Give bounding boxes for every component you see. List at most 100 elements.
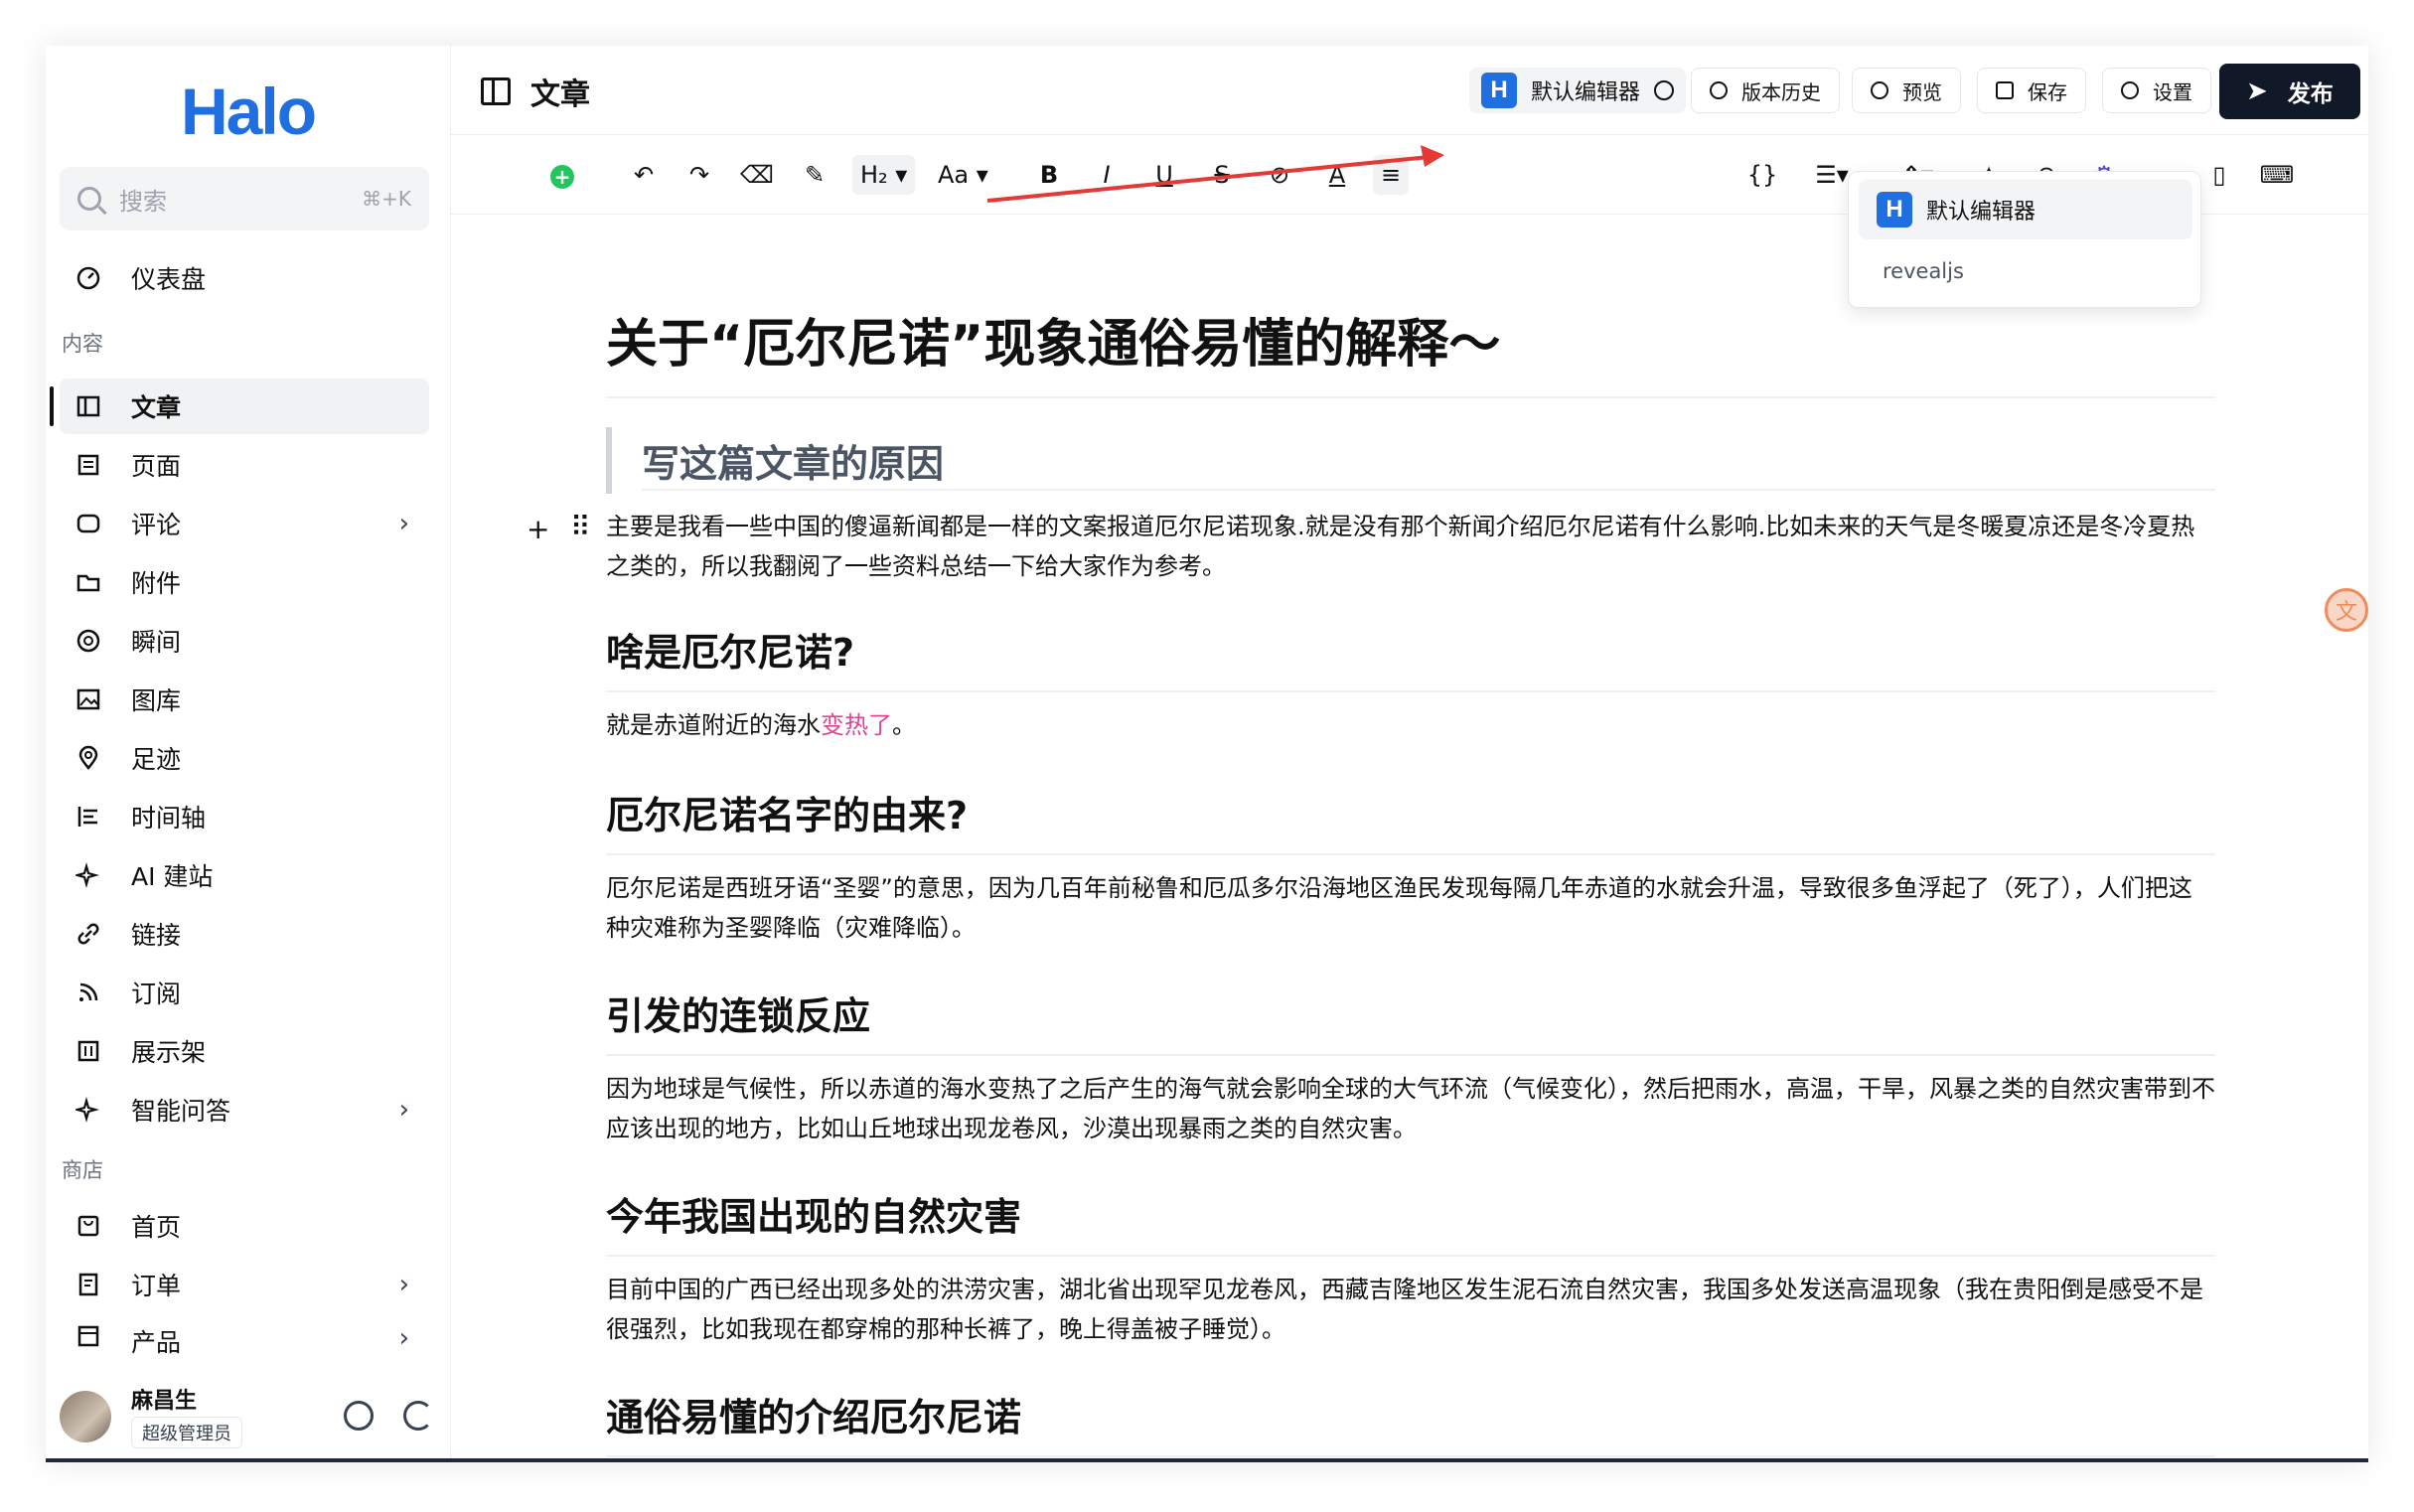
article-content[interactable]: 关于“厄尔尼诺”现象通俗易懂的解释～ 写这篇文章的原因 + ⠿ 主要是我看一些中… (451, 215, 2368, 1458)
product-icon (75, 1323, 101, 1349)
sidebar-item-label: 仪表盘 (131, 265, 207, 294)
editor-switch-label: 默认编辑器 (1531, 80, 1641, 105)
text-color-icon[interactable]: A (1319, 155, 1355, 195)
sidebar-item-store-home[interactable]: 首页 (60, 1198, 429, 1254)
sidebar: Halo 搜索 ⌘+K 仪表盘 内容 文章 页面 评论 › 附件 瞬间 图库 足… (46, 46, 451, 1458)
page-icon (75, 452, 101, 478)
sparkle-icon (75, 862, 101, 888)
undo-icon[interactable]: ↶ (626, 155, 662, 195)
sidebar-item-ai-site[interactable]: AI 建站 (60, 847, 429, 903)
sidebar-item-pages[interactable]: 页面 (60, 437, 429, 493)
sidebar-item-label: 图库 (131, 686, 182, 715)
drag-handle-icon[interactable]: ⠿ (570, 511, 590, 543)
article-icon (75, 393, 101, 419)
order-icon (75, 1272, 101, 1297)
paragraph-chain[interactable]: 因为地球是气候性，所以赤道的海水变热了之后产生的海气就会影响全球的大气环流（气候… (606, 1069, 2215, 1148)
underline-button[interactable]: U (1146, 155, 1182, 195)
heading-dropdown[interactable]: H₂ ▾ (852, 155, 916, 195)
sidebar-item-label: 文章 (131, 393, 182, 422)
translate-icon[interactable]: 文 (2325, 588, 2368, 632)
switch-icon (1654, 80, 1675, 100)
redo-icon[interactable]: ↷ (681, 155, 717, 195)
strike-button[interactable]: S (1204, 155, 1240, 195)
sidebar-item-timeline[interactable]: 时间轴 (60, 789, 429, 844)
text: 。 (892, 711, 916, 739)
intro-paragraph[interactable]: 主要是我看一些中国的傻逼新闻都是一样的文案报道厄尔尼诺现象.就是没有那个新闻介绍… (606, 507, 2215, 586)
history-icon (1710, 81, 1728, 99)
insert-block-icon[interactable]: + (550, 165, 574, 189)
dropdown-item-label: 默认编辑器 (1926, 200, 2037, 225)
history-label: 版本历史 (1741, 79, 1821, 104)
preview-label: 预览 (1902, 79, 1942, 104)
keyboard-icon[interactable]: ⌨ (2259, 155, 2295, 195)
heading-name[interactable]: 厄尔尼诺名字的由来? (606, 785, 2215, 855)
sidebar-item-label: 展示架 (131, 1038, 207, 1067)
sidebar-item-smart-qa[interactable]: 智能问答 › (60, 1082, 429, 1137)
editor-switch-button[interactable]: H 默认编辑器 (1469, 68, 1687, 113)
format-painter-icon[interactable]: ✎ (797, 155, 832, 195)
preview-button[interactable]: 预览 (1852, 68, 1961, 113)
paragraph-what[interactable]: 就是赤道附近的海水变热了。 (606, 705, 2215, 745)
sidebar-item-articles[interactable]: 文章 (60, 378, 429, 434)
italic-button[interactable]: I (1089, 155, 1125, 195)
sidebar-item-comments[interactable]: 评论 › (60, 496, 429, 551)
save-label: 保存 (2028, 79, 2067, 104)
heading-intro[interactable]: 通俗易懂的介绍厄尔尼诺 (606, 1387, 2215, 1457)
dropdown-item-default-editor[interactable]: H 默认编辑器 (1859, 180, 2192, 239)
highlight-icon[interactable]: ≡ (1373, 155, 1409, 195)
avatar[interactable] (60, 1391, 111, 1442)
sidebar-item-links[interactable]: 链接 (60, 906, 429, 962)
search-input[interactable]: 搜索 ⌘+K (60, 167, 429, 230)
bold-button[interactable]: B (1031, 155, 1067, 195)
heading-chain[interactable]: 引发的连锁反应 (606, 985, 2215, 1056)
eraser-icon[interactable]: ⌫ (739, 155, 775, 195)
highlight-text: 变热了 (821, 711, 892, 739)
page-title-text: 文章 (530, 77, 590, 112)
sidebar-item-footprints[interactable]: 足迹 (60, 730, 429, 786)
font-label: Aa (938, 161, 970, 189)
dashboard-icon (75, 265, 101, 291)
sidebar-item-label: 足迹 (131, 745, 182, 774)
blockquote[interactable]: 写这篇文章的原因 (606, 427, 2215, 494)
sidebar-item-orders[interactable]: 订单 › (60, 1257, 429, 1312)
save-button[interactable]: 保存 (1977, 68, 2086, 113)
heading-disaster[interactable]: 今年我国出现的自然灾害 (606, 1186, 2215, 1257)
font-size-dropdown[interactable]: Aa ▾ (938, 155, 988, 195)
paragraph-disaster[interactable]: 目前中国的广西已经出现多处的洪涝灾害，湖北省出现罕见龙卷风，西藏吉隆地区发生泥石… (606, 1270, 2215, 1349)
sidebar-toggle-icon[interactable]: ▯ (2201, 155, 2237, 195)
halo-logo[interactable]: Halo (181, 74, 317, 149)
article-title[interactable]: 关于“厄尔尼诺”现象通俗易懂的解释～ (606, 302, 2215, 398)
sidebar-item-moments[interactable]: 瞬间 (60, 613, 429, 669)
comment-icon (75, 511, 101, 536)
sidebar-item-dashboard[interactable]: 仪表盘 (60, 250, 429, 306)
editor-dropdown-menu: H 默认编辑器 revealjs (1848, 171, 2201, 308)
chevron-right-icon: › (398, 1270, 409, 1299)
paragraph-name[interactable]: 厄尔尼诺是西班牙语“圣婴”的意思，因为几百年前秘鲁和厄瓜多尔沿海地区渔民发现每隔… (606, 868, 2215, 948)
code-icon[interactable]: ⊘ (1262, 155, 1297, 195)
code-block-icon[interactable]: {} (1742, 155, 1782, 195)
add-block-icon[interactable]: + (527, 513, 549, 545)
dropdown-item-revealjs[interactable]: revealjs (1859, 241, 2192, 301)
settings-button[interactable]: 设置 (2102, 68, 2211, 113)
search-shortcut: ⌘+K (362, 187, 411, 211)
sidebar-item-subscribe[interactable]: 订阅 (60, 965, 429, 1020)
sidebar-item-gallery[interactable]: 图库 (60, 672, 429, 727)
profile-icon[interactable] (344, 1401, 374, 1431)
rss-icon (75, 980, 101, 1005)
sidebar-item-label: 首页 (131, 1213, 182, 1242)
store-home-icon (75, 1213, 101, 1239)
section-content-label: 内容 (62, 332, 103, 356)
sidebar-item-attachments[interactable]: 附件 (60, 554, 429, 610)
chevron-right-icon: › (398, 1323, 409, 1353)
section-store-label: 商店 (62, 1158, 103, 1182)
sidebar-item-label: 订阅 (131, 980, 182, 1008)
publish-button[interactable]: ➤ 发布 (2219, 64, 2360, 119)
logout-icon[interactable] (403, 1401, 433, 1431)
sidebar-item-products[interactable]: 产品 › (60, 1315, 429, 1355)
chevron-right-icon: › (398, 509, 409, 538)
sidebar-item-showcase[interactable]: 展示架 (60, 1023, 429, 1079)
role-badge: 超级管理员 (131, 1417, 242, 1448)
halo-editor-icon: H (1877, 192, 1912, 227)
history-button[interactable]: 版本历史 (1691, 68, 1840, 113)
heading-what[interactable]: 啥是厄尔尼诺? (606, 622, 2215, 692)
